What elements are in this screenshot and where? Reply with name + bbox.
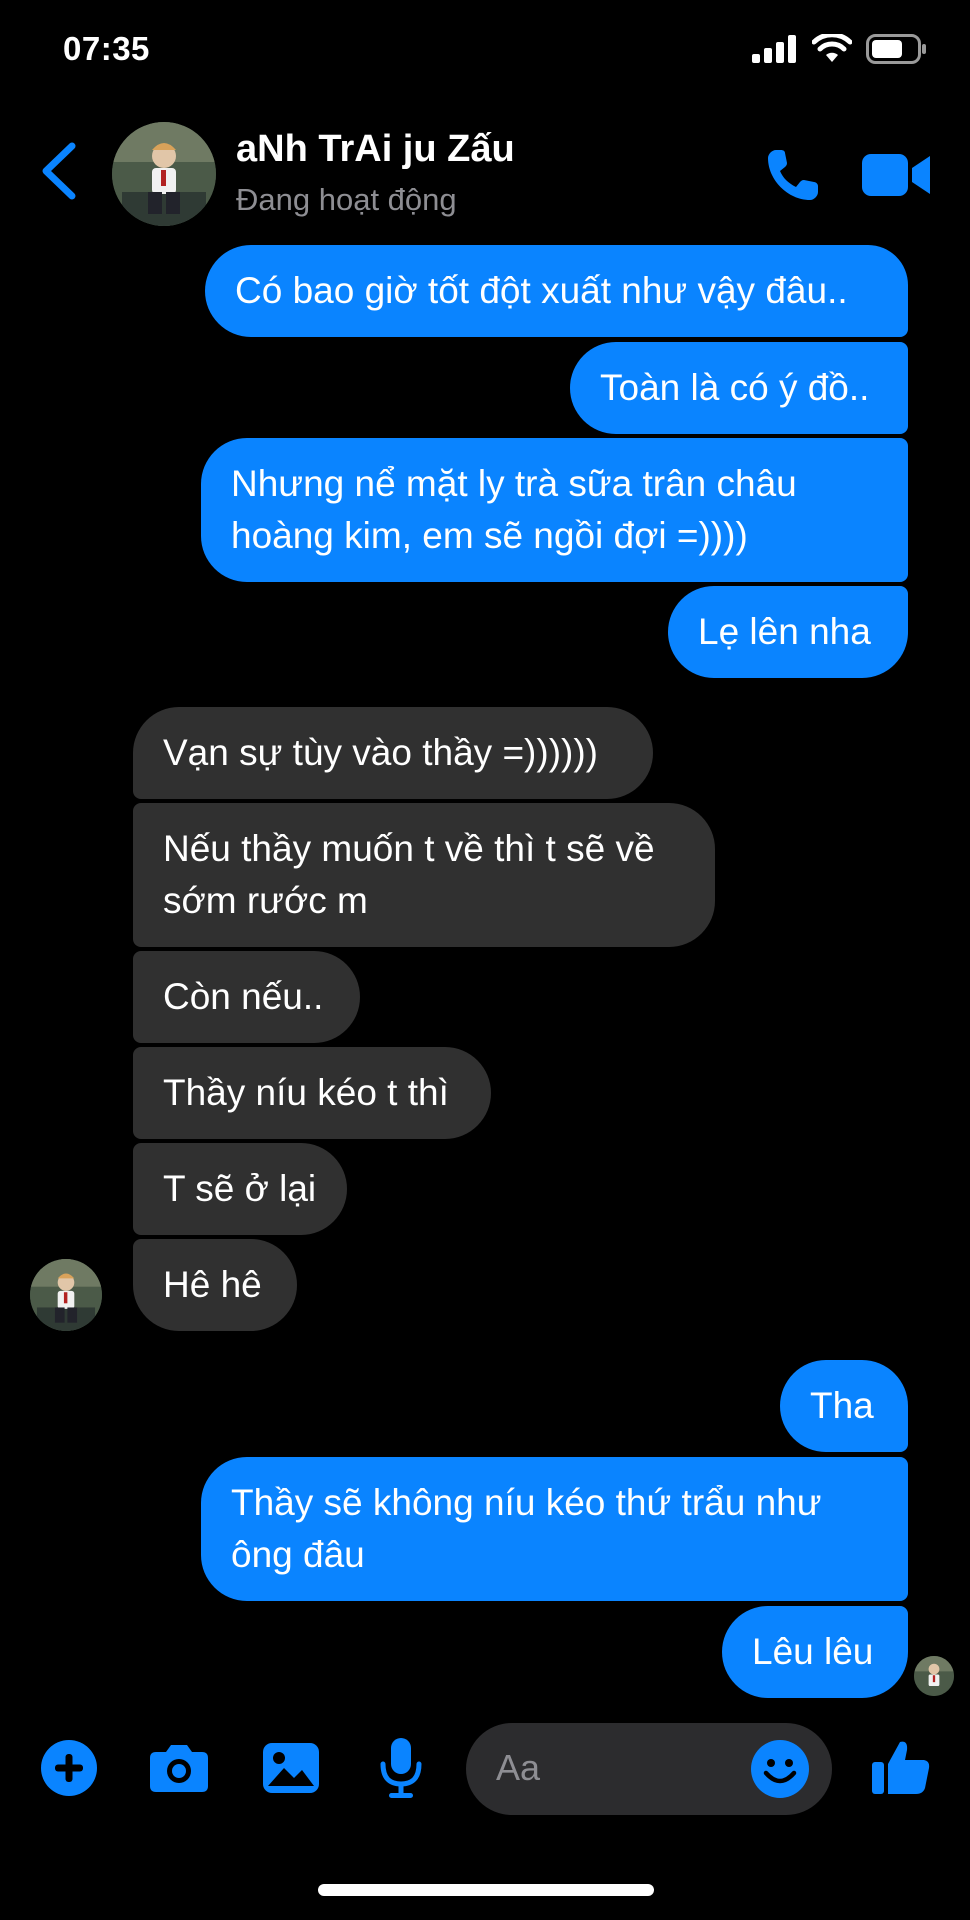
cellular-signal-icon	[752, 35, 796, 63]
message-text: Thầy níu kéo t thì	[163, 1072, 449, 1113]
message-text: Còn nếu..	[163, 976, 324, 1017]
message-bubble-incoming[interactable]: Còn nếu..	[133, 951, 360, 1043]
microphone-icon[interactable]	[378, 1736, 424, 1800]
message-text: Có bao giờ tốt đột xuất như vậy đâu..	[235, 270, 848, 311]
message-text: T sẽ ở lại	[163, 1168, 317, 1209]
message-text: Thầy sẽ không níu kéo thứ trẩu như ông đ…	[231, 1482, 822, 1575]
phone-call-icon[interactable]	[764, 146, 822, 204]
contact-avatar[interactable]	[112, 122, 216, 226]
chat-header: aNh TrAi ju Zấu Đang hoạt động	[0, 110, 970, 240]
contact-avatar-small[interactable]	[30, 1259, 102, 1331]
message-bubble-incoming[interactable]: T sẽ ở lại	[133, 1143, 347, 1235]
message-text: Toàn là có ý đồ..	[600, 367, 870, 408]
camera-icon[interactable]	[148, 1742, 210, 1794]
message-input[interactable]: Aa	[466, 1723, 832, 1815]
message-text: Nhưng nể mặt ly trà sữa trân châu hoàng …	[231, 463, 797, 556]
status-bar: 07:35	[0, 0, 970, 100]
message-bubble-outgoing[interactable]: Nhưng nể mặt ly trà sữa trân châu hoàng …	[201, 438, 908, 582]
gallery-icon[interactable]	[262, 1742, 320, 1794]
emoji-icon[interactable]	[750, 1739, 810, 1799]
thumbs-up-icon[interactable]	[870, 1736, 932, 1798]
message-text: Hê hê	[163, 1264, 262, 1305]
message-bubble-outgoing[interactable]: Lêu lêu	[722, 1606, 908, 1698]
contact-name[interactable]: aNh TrAi ju Zấu	[236, 128, 515, 171]
message-bubble-incoming[interactable]: Vạn sự tùy vào thầy =))))))	[133, 707, 653, 799]
message-text: Vạn sự tùy vào thầy =))))))	[163, 732, 598, 773]
message-bubble-outgoing[interactable]: Có bao giờ tốt đột xuất như vậy đâu..	[205, 245, 908, 337]
message-bubble-incoming[interactable]: Hê hê	[133, 1239, 297, 1331]
message-bubble-outgoing[interactable]: Tha	[780, 1360, 908, 1452]
back-button[interactable]	[36, 140, 80, 202]
contact-status: Đang hoạt động	[236, 182, 457, 217]
status-icons	[752, 34, 928, 64]
message-composer: Aa	[0, 1710, 970, 1830]
wifi-icon	[812, 34, 852, 62]
seen-receipt-avatar	[914, 1656, 954, 1696]
battery-icon	[866, 34, 926, 64]
home-indicator[interactable]	[318, 1884, 654, 1896]
message-bubble-incoming[interactable]: Nếu thầy muốn t về thì t sẽ về sớm rước …	[133, 803, 715, 947]
message-bubble-outgoing[interactable]: Lẹ lên nha	[668, 586, 908, 678]
message-text: Nếu thầy muốn t về thì t sẽ về sớm rước …	[163, 828, 655, 921]
status-time: 07:35	[63, 30, 150, 67]
message-bubble-outgoing[interactable]: Toàn là có ý đồ..	[570, 342, 908, 434]
video-call-icon[interactable]	[860, 150, 932, 200]
message-text: Lêu lêu	[752, 1631, 874, 1672]
message-text: Tha	[810, 1385, 874, 1426]
message-input-placeholder: Aa	[496, 1747, 541, 1788]
message-bubble-outgoing[interactable]: Thầy sẽ không níu kéo thứ trẩu như ông đ…	[201, 1457, 908, 1601]
plus-icon[interactable]	[40, 1739, 98, 1797]
message-text: Lẹ lên nha	[698, 611, 871, 652]
message-bubble-incoming[interactable]: Thầy níu kéo t thì	[133, 1047, 491, 1139]
